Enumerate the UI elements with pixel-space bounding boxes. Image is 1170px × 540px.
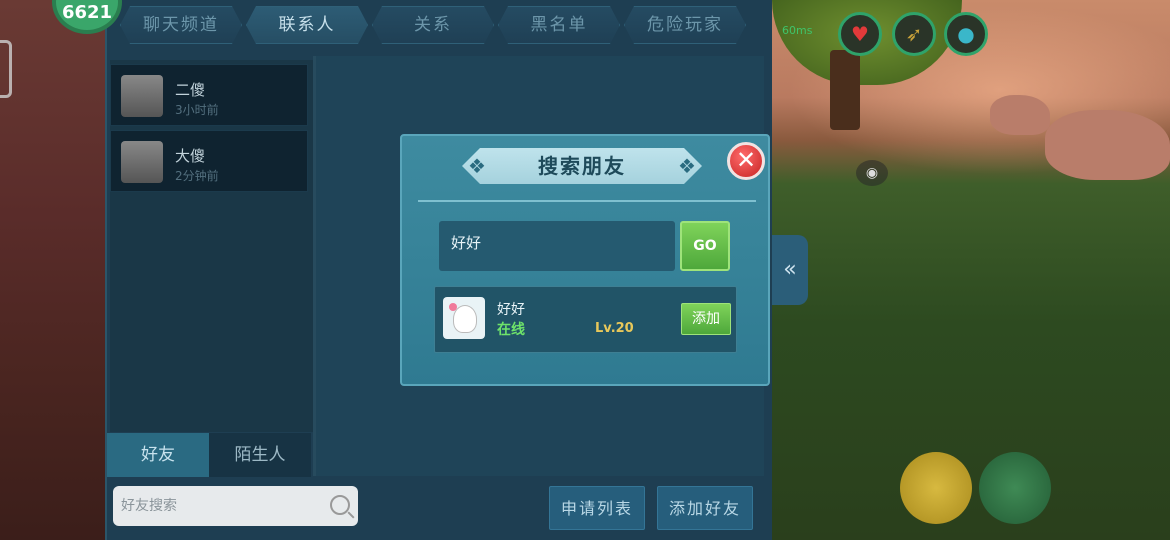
contact-item[interactable]: 二傻 3小时前 [110, 64, 308, 126]
friend-type-tabs: 好友 陌生人 [107, 433, 311, 477]
request-list-button[interactable]: 申请列表 [549, 486, 645, 530]
contact-name: 大傻 [175, 147, 206, 165]
dialog-title: 搜索朋友 [538, 154, 626, 178]
close-button[interactable]: ✕ [727, 142, 765, 180]
tab-dangerous-players[interactable]: 危险玩家 [624, 6, 746, 44]
left-hud-frame [0, 40, 12, 98]
go-button[interactable]: GO [680, 221, 730, 271]
result-online-status: 在线 [497, 322, 525, 338]
contact-list: 二傻 3小时前 大傻 2分钟前 [110, 60, 313, 432]
network-latency: 60ms [782, 24, 813, 37]
heart-icon[interactable]: ♥ [838, 12, 882, 56]
eye-icon[interactable]: ◉ [856, 160, 888, 186]
tab-strangers[interactable]: 陌生人 [209, 433, 311, 477]
hunger-icon[interactable]: ➶ [892, 12, 936, 56]
search-friend-dialog: ❖ ❖ 搜索朋友 ✕ 好好 GO 好好 在线 Lv.20 添加 [400, 134, 770, 386]
friend-name-input[interactable]: 好好 [439, 221, 675, 271]
world-left-backdrop [0, 0, 110, 540]
search-result-row: 好好 在线 Lv.20 添加 [434, 286, 737, 353]
contact-avatar [121, 75, 163, 117]
rock [1045, 110, 1170, 180]
add-friend-button[interactable]: 添加好友 [657, 486, 753, 530]
friend-search-input[interactable]: 好友搜索 [113, 486, 358, 526]
tab-contacts[interactable]: 联系人 [246, 6, 368, 44]
result-name: 好好 [497, 302, 525, 318]
contact-item[interactable]: 大傻 2分钟前 [110, 130, 308, 192]
social-tabs: 聊天频道 联系人 关系 黑名单 危险玩家 [120, 6, 746, 44]
tab-friends[interactable]: 好友 [107, 433, 209, 477]
search-icon[interactable] [330, 495, 350, 515]
dialog-divider [418, 200, 756, 202]
add-button[interactable]: 添加 [681, 303, 731, 335]
contact-avatar [121, 141, 163, 183]
water-drop-icon[interactable]: ● [944, 12, 988, 56]
contact-last-seen: 3小时前 [175, 103, 219, 117]
loudspeaker-icon[interactable] [979, 452, 1051, 524]
result-level: Lv.20 [595, 321, 634, 336]
contact-name: 二傻 [175, 81, 206, 99]
contact-last-seen: 2分钟前 [175, 169, 219, 183]
rock [990, 95, 1050, 135]
tab-relations[interactable]: 关系 [372, 6, 494, 44]
result-avatar [443, 297, 485, 339]
tab-chat-channel[interactable]: 聊天频道 [120, 6, 242, 44]
collapse-panel-icon[interactable]: « [772, 235, 808, 305]
tab-blacklist[interactable]: 黑名单 [498, 6, 620, 44]
tree-trunk [830, 50, 860, 130]
megaphone-icon[interactable] [900, 452, 972, 524]
friend-search-placeholder: 好友搜索 [121, 498, 177, 514]
